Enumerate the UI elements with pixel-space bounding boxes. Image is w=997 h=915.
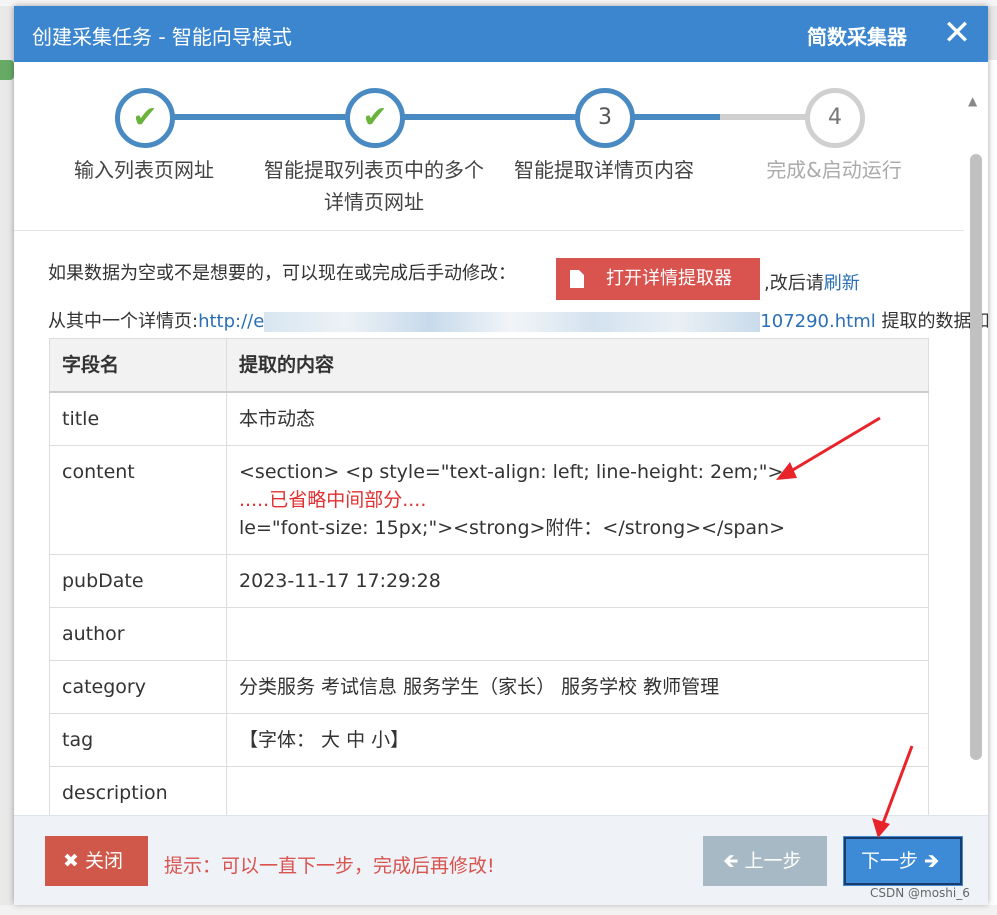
table-header-row: 字段名 提取的内容 [49, 338, 929, 393]
check-icon: ✔ [132, 100, 158, 135]
step-4-label: 完成&启动运行 [766, 158, 902, 182]
step-4-circle: 4 [805, 88, 865, 148]
background-add-icon [0, 60, 14, 80]
redacted-url-part [264, 312, 761, 332]
info-line-1-text: 如果数据为空或不是想要的，可以现在或完成后手动修改： [48, 263, 516, 284]
table-row: description [49, 766, 929, 815]
header-extracted-content: 提取的内容 [226, 338, 929, 393]
info-line-2: 从其中一个详情页:http://e107290.html 提取的数据如下: [48, 307, 988, 333]
content-value-start: <section> <p style="text-align: left; li… [239, 461, 784, 483]
info-line-1: 如果数据为空或不是想要的，可以现在或完成后手动修改： [48, 259, 516, 285]
detail-url-link[interactable]: http://e 107290.html [198, 311, 876, 332]
dialog-content: ✔ ✔ 3 4 输入列表页网址 智能提取列表页中的多个详情页网址 智能提取详情页… [14, 62, 988, 815]
open-detail-extractor-label: 打开详情提取器 [606, 268, 732, 289]
extracted-data-table: 字段名 提取的内容 title 本市动态 content <section> <… [49, 338, 929, 815]
background-page-bottom [0, 905, 997, 915]
field-value: 2023-11-17 17:29:28 [226, 554, 929, 608]
step-1-label: 输入列表页网址 [74, 158, 214, 182]
dialog-titlebar: 创建采集任务 - 智能向导模式 简数采集器 ✕ [14, 6, 988, 62]
next-step-button[interactable]: 下一步 🡺 [843, 836, 963, 886]
field-value: 分类服务 考试信息 服务学生（家长） 服务学校 教师管理 [226, 660, 929, 714]
scrollbar-thumb[interactable] [970, 154, 982, 760]
dialog-title: 创建采集任务 - 智能向导模式 [32, 25, 292, 49]
watermark: CSDN @moshi_6 [870, 886, 970, 900]
table-row: content <section> <p style="text-align: … [49, 445, 929, 555]
field-value: 本市动态 [226, 391, 929, 446]
info-line-2-prefix: 从其中一个详情页: [48, 311, 199, 332]
detail-url-end: 107290.html [760, 311, 876, 332]
content-value-end: le="font-size: 15px;"><strong>附件：</stron… [239, 517, 786, 539]
dialog-footer: ✖ 关闭 提示：可以一直下一步，完成后再修改! 🡸 上一步 下一步 🡺 [14, 815, 988, 905]
content-omitted-note: .....已省略中间部分.... [239, 489, 427, 511]
next-step-label: 下一步 [861, 850, 919, 872]
field-name: title [49, 391, 227, 446]
step-2-label: 智能提取列表页中的多个详情页网址 [264, 158, 484, 214]
field-name: category [49, 660, 227, 714]
close-button[interactable]: ✖ 关闭 [45, 836, 148, 886]
arrow-right-icon: 🡺 [918, 850, 940, 872]
header-field-name: 字段名 [49, 338, 227, 393]
field-name: content [49, 445, 227, 555]
field-name: pubDate [49, 554, 227, 608]
field-value: 【字体： 大 中 小】 [226, 713, 929, 767]
info-suffix-text: ,改后请 [764, 273, 824, 294]
task-wizard-dialog: 创建采集任务 - 智能向导模式 简数采集器 ✕ ✔ ✔ 3 4 输入列表页网址 … [14, 6, 988, 905]
wizard-stepper: ✔ ✔ 3 4 输入列表页网址 智能提取列表页中的多个详情页网址 智能提取详情页… [14, 62, 964, 231]
previous-step-label: 上一步 [744, 850, 802, 872]
table-row: title 本市动态 [49, 391, 929, 446]
close-x-icon: ✖ [63, 850, 85, 872]
close-icon[interactable]: ✕ [942, 16, 972, 50]
check-icon: ✔ [362, 100, 388, 135]
step-3-label: 智能提取详情页内容 [514, 158, 694, 182]
document-icon [570, 270, 584, 288]
open-detail-extractor-button[interactable]: 打开详情提取器 [556, 258, 760, 300]
step-2-circle: ✔ [345, 88, 405, 148]
step-1-circle: ✔ [115, 88, 175, 148]
hint-text: 提示：可以一直下一步，完成后再修改! [164, 855, 495, 877]
table-row: pubDate 2023-11-17 17:29:28 [49, 554, 929, 608]
table-row: author [49, 607, 929, 661]
table-row: category 分类服务 考试信息 服务学生（家长） 服务学校 教师管理 [49, 660, 929, 714]
field-value: <section> <p style="text-align: left; li… [226, 445, 929, 555]
field-name: description [49, 766, 227, 815]
table-row: tag 【字体： 大 中 小】 [49, 713, 929, 767]
scroll-up-arrow-icon[interactable]: ▲ [968, 94, 977, 108]
arrow-left-icon: 🡸 [723, 850, 745, 872]
step-3-circle: 3 [575, 88, 635, 148]
detail-url-start: http://e [198, 311, 265, 332]
info-line-1-suffix: ,改后请刷新 [764, 269, 860, 295]
background-page-right [987, 60, 997, 915]
close-button-label: 关闭 [84, 850, 123, 872]
refresh-link[interactable]: 刷新 [824, 273, 860, 294]
field-name: tag [49, 713, 227, 767]
field-value [226, 607, 929, 661]
field-value [226, 766, 929, 815]
field-name: author [49, 607, 227, 661]
previous-step-button[interactable]: 🡸 上一步 [703, 836, 827, 886]
brand-name: 简数采集器 [807, 25, 907, 49]
